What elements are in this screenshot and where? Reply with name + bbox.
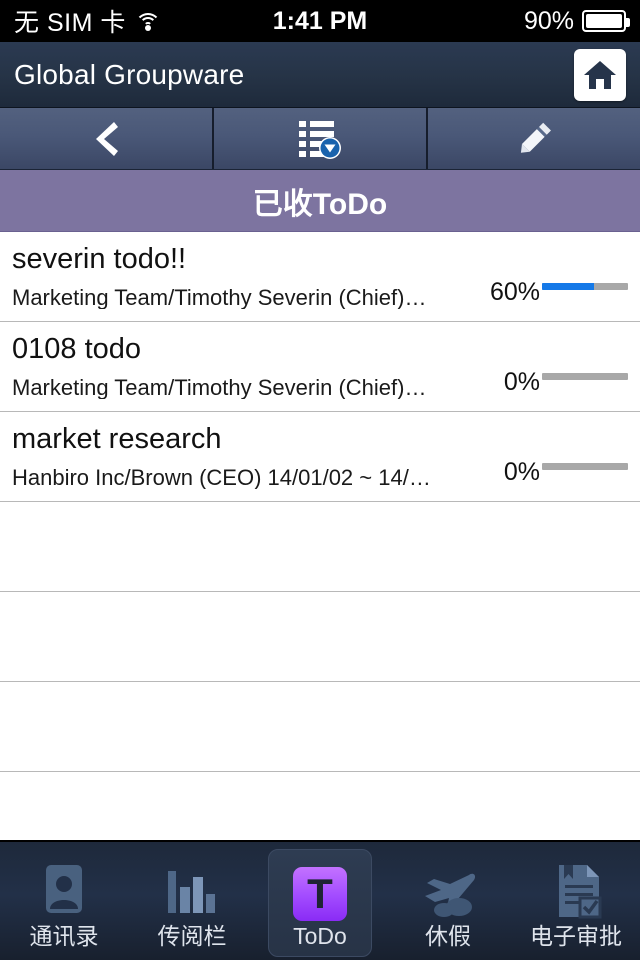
tab-inner: 传阅栏 xyxy=(140,849,244,957)
status-bar-right: 90% xyxy=(523,6,630,36)
document-approval-icon xyxy=(549,859,603,921)
todo-progress: 60% xyxy=(490,278,628,307)
page-title: Global Groupware xyxy=(14,58,245,90)
progress-percent-label: 0% xyxy=(503,458,540,486)
todo-title: market research xyxy=(12,424,222,455)
wifi-icon xyxy=(134,12,161,31)
tab-todo[interactable]: T ToDo xyxy=(256,842,384,960)
todo-subtitle: Hanbiro Inc/Brown (CEO) 14/01/02 ~ 14/… xyxy=(12,465,431,489)
progress-percent-label: 60% xyxy=(489,278,540,306)
app-root: 无 SIM 卡 1:41 PM 90% Global Groupware 已收T… xyxy=(0,0,640,960)
todo-title: 0108 todo xyxy=(12,334,142,365)
chevron-left-icon xyxy=(96,121,118,156)
section-header: 已收ToDo xyxy=(0,170,640,232)
table-row[interactable]: 0108 todo Marketing Team/Timothy Severin … xyxy=(0,322,640,412)
home-button[interactable] xyxy=(574,48,626,101)
table-row[interactable]: market research Hanbiro Inc/Brown (CEO) 1… xyxy=(0,412,640,502)
battery-percent-label: 90% xyxy=(523,6,574,35)
section-title: 已收ToDo xyxy=(252,187,388,221)
row-text: market research Hanbiro Inc/Brown (CEO) 1… xyxy=(12,424,492,489)
compose-button[interactable] xyxy=(426,108,640,169)
table-row-empty xyxy=(0,682,640,772)
tab-label: ToDo xyxy=(293,922,347,949)
progress-bar xyxy=(542,373,628,380)
home-icon xyxy=(584,60,616,89)
airplane-icon xyxy=(417,859,479,921)
tab-label: 休假 xyxy=(425,922,471,949)
tab-label: 电子审批 xyxy=(530,922,622,949)
tab-inner: 通讯录 xyxy=(12,849,116,957)
pencil-icon xyxy=(520,122,551,153)
todo-title: severin todo!! xyxy=(12,244,187,275)
table-row-empty xyxy=(0,772,640,840)
table-row[interactable]: severin todo!! Marketing Team/Timothy Sev… xyxy=(0,232,640,322)
contacts-icon xyxy=(37,859,91,921)
tab-label: 传阅栏 xyxy=(157,922,227,949)
tab-inner: 电子审批 xyxy=(524,849,628,957)
bottom-tab-bar: 通讯录 传阅栏 T ToDo 休假 电子审批 xyxy=(0,840,640,960)
todo-progress: 0% xyxy=(504,458,628,487)
row-text: severin todo!! Marketing Team/Timothy Sev… xyxy=(12,244,478,309)
tab-bar-chart[interactable]: 传阅栏 xyxy=(128,842,256,960)
row-text: 0108 todo Marketing Team/Timothy Severin … xyxy=(12,334,492,399)
todo-list: severin todo!! Marketing Team/Timothy Sev… xyxy=(0,232,640,840)
tab-airplane[interactable]: 休假 xyxy=(384,842,512,960)
tab-contacts[interactable]: 通讯录 xyxy=(0,842,128,960)
list-filter-button[interactable] xyxy=(212,108,426,169)
todo-subtitle: Marketing Team/Timothy Severin (Chief)… xyxy=(12,375,427,399)
back-button[interactable] xyxy=(0,108,212,169)
tab-inner: T ToDo xyxy=(268,849,372,957)
carrier-label: 无 SIM 卡 xyxy=(14,9,126,37)
tab-label: 通讯录 xyxy=(29,922,99,949)
table-row-empty xyxy=(0,592,640,682)
status-bar: 无 SIM 卡 1:41 PM 90% xyxy=(0,0,640,42)
table-row-empty xyxy=(0,502,640,592)
todo-tile: T xyxy=(293,866,347,921)
todo-icon: T xyxy=(293,859,347,921)
tab-document-approval[interactable]: 电子审批 xyxy=(512,842,640,960)
progress-bar xyxy=(542,463,628,470)
todo-subtitle: Marketing Team/Timothy Severin (Chief)… xyxy=(12,285,427,309)
list-dropdown-icon xyxy=(299,120,341,159)
battery-icon xyxy=(582,10,630,32)
progress-bar xyxy=(542,283,628,290)
title-bar: Global Groupware xyxy=(0,42,640,108)
action-toolbar xyxy=(0,108,640,170)
bar-chart-icon xyxy=(164,859,220,921)
status-bar-left: 无 SIM 卡 xyxy=(14,3,161,39)
todo-progress: 0% xyxy=(504,368,628,397)
progress-percent-label: 0% xyxy=(503,368,540,396)
tab-inner: 休假 xyxy=(396,849,500,957)
